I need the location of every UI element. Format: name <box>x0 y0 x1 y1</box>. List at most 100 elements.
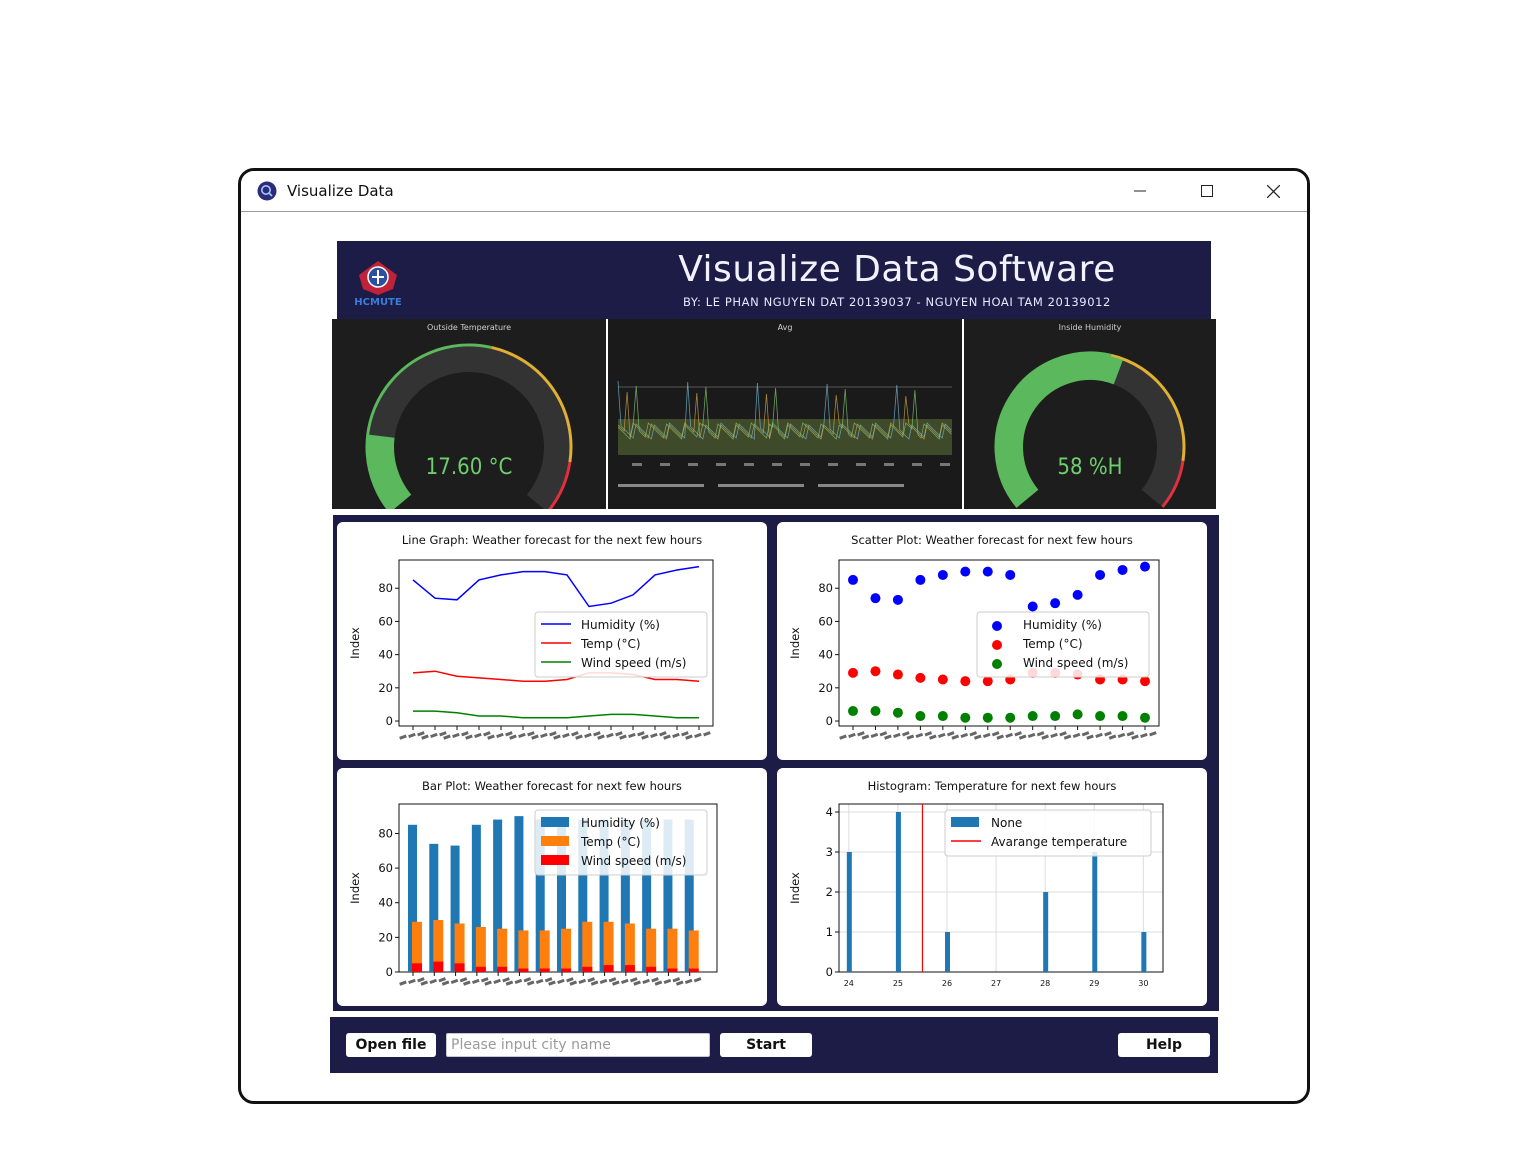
x-tick-label <box>441 980 450 986</box>
x-tick-label <box>429 978 438 985</box>
histogram-bar <box>945 932 950 972</box>
gauge-title: Outside Temperature <box>426 323 512 332</box>
bar <box>667 968 678 972</box>
bar <box>539 968 550 972</box>
x-tick-label <box>951 734 960 740</box>
x-tick-label <box>531 734 539 740</box>
outside-temperature-gauge: Outside Temperature 17.60 °C <box>332 319 606 513</box>
help-button[interactable]: Help <box>1118 1033 1210 1057</box>
scatter-point <box>1140 561 1150 572</box>
x-tick-label <box>1081 731 1090 737</box>
x-tick-label <box>1126 731 1135 737</box>
legend-label: Wind speed (m/s) <box>581 656 686 670</box>
x-tick-label <box>1018 734 1027 740</box>
x-tick-label <box>1117 732 1126 739</box>
x-tick-label <box>526 980 535 986</box>
x-tick-label <box>902 731 910 737</box>
legend-label: Humidity (%) <box>581 618 660 632</box>
line-graph-panel: Line Graph: Weather forecast for the nex… <box>337 522 767 760</box>
chart-title: Scatter Plot: Weather forecast for next … <box>851 533 1133 547</box>
x-tick-label <box>562 732 570 739</box>
x-tick-label <box>417 977 425 983</box>
gauge-track <box>368 346 570 512</box>
maximize-icon <box>1201 185 1213 197</box>
trend-tick-label <box>884 463 894 466</box>
x-tick-label <box>408 978 416 985</box>
scatter-point <box>915 574 926 585</box>
start-button[interactable]: Start <box>720 1033 812 1057</box>
x-tick-label <box>518 732 526 739</box>
x-tick-label <box>663 978 672 985</box>
bar <box>646 966 657 972</box>
series-line <box>413 710 699 719</box>
trend-tick-label <box>828 463 838 466</box>
scatter-point <box>937 711 948 722</box>
x-tick-label <box>584 732 592 739</box>
x-tick-label <box>1014 731 1022 737</box>
maximize-button[interactable] <box>1184 177 1230 205</box>
y-tick-label: 60 <box>378 861 393 875</box>
scatter-point <box>892 594 903 605</box>
open-file-button[interactable]: Open file <box>346 1033 436 1057</box>
trend-tick-label <box>856 463 866 466</box>
x-tick-label <box>599 978 608 985</box>
x-tick-label <box>1086 734 1094 740</box>
plots-panel: Line Graph: Weather forecast for the nex… <box>333 515 1219 1011</box>
x-tick-label <box>1050 732 1058 739</box>
bar <box>646 928 657 972</box>
x-tick-label <box>612 980 620 986</box>
x-tick-label <box>438 977 446 983</box>
close-button[interactable] <box>1250 177 1296 205</box>
x-tick-label <box>484 980 492 986</box>
x-tick-label <box>1036 731 1045 737</box>
scatter-point <box>982 712 993 723</box>
scatter-point <box>1027 601 1038 612</box>
x-tick-label <box>450 978 459 985</box>
scatter-point <box>960 566 971 577</box>
scatter-point <box>1005 569 1016 580</box>
x-tick-label <box>465 734 473 740</box>
scatter-point <box>1140 676 1150 687</box>
scatter-point <box>982 566 993 577</box>
scatter-point <box>848 706 858 717</box>
x-tick-label <box>493 978 501 985</box>
x-tick-label <box>641 734 649 740</box>
bar <box>497 966 508 972</box>
city-name-input[interactable] <box>446 1033 710 1057</box>
x-tick-label <box>906 734 915 740</box>
minimize-button[interactable] <box>1117 177 1163 205</box>
y-tick-label: 20 <box>378 681 393 695</box>
bar <box>475 966 486 972</box>
trend-tick-label <box>632 463 642 466</box>
x-tick-label <box>578 978 587 985</box>
x-tick-label <box>694 732 702 739</box>
x-tick-label <box>996 734 1004 740</box>
x-tick-label <box>502 977 510 983</box>
x-tick-label <box>848 732 856 739</box>
scatter-point <box>915 711 926 722</box>
x-tick-label <box>566 977 574 983</box>
y-tick-label: 40 <box>378 648 393 662</box>
y-tick-label: 80 <box>818 581 833 595</box>
scatter-point <box>870 706 881 717</box>
bar <box>518 930 529 972</box>
x-tick-label <box>452 732 460 739</box>
x-tick-label <box>659 731 667 737</box>
y-tick-label: 4 <box>826 805 833 819</box>
inside-humidity-gauge: Inside Humidity 58 %H <box>964 319 1216 509</box>
legend-swatch <box>951 817 979 827</box>
y-tick-label: 40 <box>378 896 393 910</box>
x-tick-label <box>654 980 663 986</box>
scatter-point <box>1117 564 1128 575</box>
bar <box>518 968 529 972</box>
x-tick-label <box>487 734 495 740</box>
scatter-point <box>848 667 858 678</box>
x-tick-label <box>399 734 407 740</box>
x-tick-label <box>575 734 583 740</box>
authors-subtitle: BY: LE PHAN NGUYEN DAT 20139037 - NGUYEN… <box>683 295 1111 309</box>
y-tick-label: 80 <box>378 581 393 595</box>
trend-tick-label <box>744 463 754 466</box>
x-tick-label <box>548 980 556 986</box>
bar <box>475 926 486 972</box>
x-tick-label <box>1041 734 1049 740</box>
